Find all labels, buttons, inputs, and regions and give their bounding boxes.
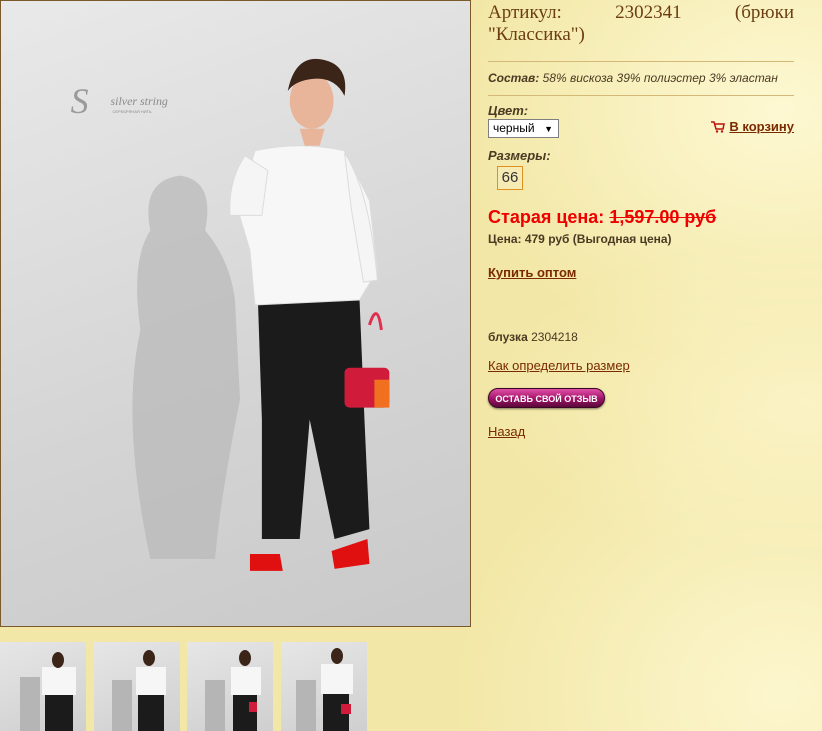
svg-text:S: S	[71, 81, 89, 121]
leave-review-button[interactable]: ОСТАВЬ СВОЙ ОТЗЫВ	[488, 388, 605, 408]
add-to-cart-link[interactable]: В корзину	[711, 119, 794, 134]
add-to-cart-label: В корзину	[729, 119, 794, 134]
sizes-label: Размеры:	[488, 148, 551, 163]
color-select-value: черный	[493, 121, 535, 135]
related-blouse: блузка 2304218	[488, 330, 794, 344]
related-blouse-code: 2304218	[531, 330, 578, 344]
thumbnail-3[interactable]	[187, 642, 273, 731]
old-price-label: Старая цена:	[488, 207, 605, 227]
brand-logo: S silver string СЕРЕБРЯНАЯ НИТЬ	[71, 81, 168, 121]
svg-text:silver string: silver string	[111, 94, 168, 108]
related-blouse-label: блузка	[488, 330, 528, 344]
article-model-name: "Классика")	[488, 24, 585, 45]
back-link[interactable]: Назад	[488, 424, 525, 439]
buy-wholesale-link[interactable]: Купить оптом	[488, 265, 576, 280]
main-product-photo[interactable]: S silver string СЕРЕБРЯНАЯ НИТЬ	[0, 0, 471, 627]
product-info: Артикул: 2302341 (брюки "Классика") Сост…	[488, 0, 794, 441]
thumbnail-2[interactable]	[94, 642, 180, 731]
article-number: 2302341	[615, 2, 682, 23]
article-label: Артикул:	[488, 2, 562, 23]
size-option-66[interactable]: 66	[497, 166, 523, 190]
cart-icon	[711, 120, 726, 133]
old-price: Старая цена: 1,597.00 руб	[488, 207, 794, 228]
article-title: Артикул: 2302341 (брюки "Классика")	[488, 2, 794, 46]
thumbnail-4[interactable]	[281, 642, 367, 731]
color-select[interactable]: черный ▼	[488, 119, 559, 138]
color-label: Цвет:	[488, 103, 529, 118]
composition: Состав: 58% вискоза 39% полиэстер 3% эла…	[488, 62, 794, 95]
size-guide-link[interactable]: Как определить размер	[488, 358, 630, 373]
color-selector-block: Цвет: черный ▼ В корзину	[488, 103, 794, 143]
old-price-value: 1,597.00 руб	[609, 207, 717, 227]
svg-text:СЕРЕБРЯНАЯ НИТЬ: СЕРЕБРЯНАЯ НИТЬ	[113, 109, 152, 114]
model-photo-illustration: S silver string СЕРЕБРЯНАЯ НИТЬ	[71, 58, 390, 571]
divider	[488, 95, 794, 96]
chevron-down-icon: ▼	[544, 124, 553, 134]
thumbnail-1[interactable]	[0, 642, 86, 731]
composition-text: 58% вискоза 39% полиэстер 3% эластан	[542, 71, 778, 85]
article-type: (брюки	[734, 2, 794, 23]
current-price: Цена: 479 руб (Выгодная цена)	[488, 232, 672, 246]
composition-label: Состав:	[488, 71, 540, 85]
sizes-block: Размеры: 66	[488, 148, 794, 190]
